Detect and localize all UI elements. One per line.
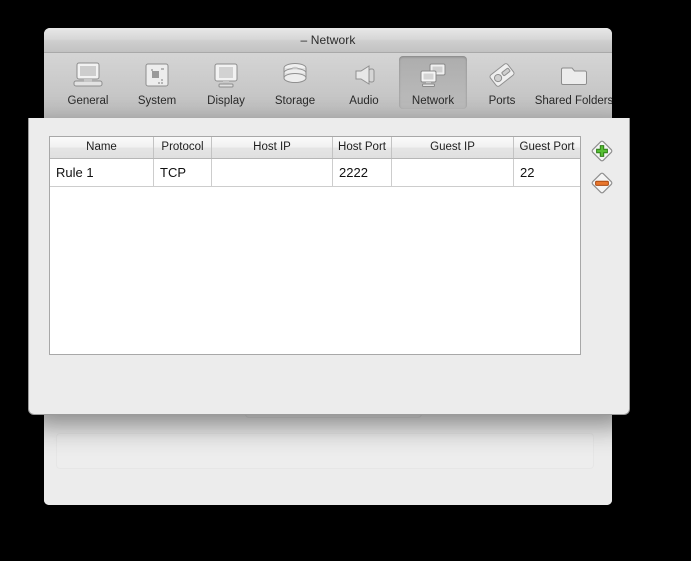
chip-icon	[137, 59, 177, 93]
add-rule-button[interactable]	[589, 138, 615, 164]
add-rule-icon	[591, 140, 613, 162]
ports-icon	[482, 59, 522, 93]
table-action-buttons	[589, 138, 623, 202]
toolbar-item-system[interactable]: System	[123, 56, 191, 109]
folder-icon	[554, 59, 594, 93]
table-header-row: Name Protocol Host IP Host Port Guest IP…	[50, 137, 580, 159]
column-header-guest-port[interactable]: Guest Port	[514, 137, 580, 158]
window-title: – Network	[300, 33, 356, 47]
toolbar-label-shared-folders: Shared Folders	[534, 95, 612, 107]
window-titlebar: – Network	[44, 28, 612, 53]
disk-stack-icon	[275, 59, 315, 93]
toolbar-item-network[interactable]: Network	[399, 56, 467, 109]
monitor-icon	[206, 59, 246, 93]
column-header-protocol[interactable]: Protocol	[154, 137, 212, 158]
preferences-toolbar[interactable]: General System Display Storage Audio Net…	[44, 53, 612, 123]
network-icon	[413, 59, 453, 93]
column-header-host-port[interactable]: Host Port	[333, 137, 392, 158]
toolbar-label-storage: Storage	[274, 95, 316, 107]
settings-detail-pane	[56, 433, 594, 469]
toolbar-item-storage[interactable]: Storage	[261, 56, 329, 109]
toolbar-label-ports: Ports	[488, 95, 516, 107]
toolbar-item-shared-folders[interactable]: Shared Folders	[534, 56, 612, 109]
toolbar-label-general: General	[67, 95, 109, 107]
toolbar-item-ports[interactable]: Ports	[468, 56, 536, 109]
cell-host-port[interactable]: 2222	[333, 159, 392, 186]
cell-name[interactable]: Rule 1	[50, 159, 154, 186]
toolbar-label-audio: Audio	[349, 95, 379, 107]
remove-rule-icon	[591, 172, 613, 194]
toolbar-item-display[interactable]: Display	[192, 56, 260, 109]
column-header-guest-ip[interactable]: Guest IP	[392, 137, 514, 158]
column-header-name[interactable]: Name	[50, 137, 154, 158]
toolbar-item-audio[interactable]: Audio	[330, 56, 398, 109]
toolbar-label-display: Display	[207, 95, 245, 107]
cell-host-ip[interactable]	[212, 159, 333, 186]
toolbar-label-system: System	[137, 95, 177, 107]
port-forwarding-sheet: Name Protocol Host IP Host Port Guest IP…	[28, 118, 630, 415]
computer-icon	[68, 59, 108, 93]
toolbar-item-general[interactable]: General	[54, 56, 122, 109]
toolbar-label-network: Network	[411, 95, 455, 107]
cell-guest-port[interactable]: 22	[514, 159, 580, 186]
cell-protocol[interactable]: TCP	[154, 159, 212, 186]
speaker-icon	[344, 59, 384, 93]
cell-guest-ip[interactable]	[392, 159, 514, 186]
table-row[interactable]: Rule 1 TCP 2222 22	[50, 159, 580, 187]
port-forwarding-table[interactable]: Name Protocol Host IP Host Port Guest IP…	[49, 136, 581, 355]
remove-rule-button[interactable]	[589, 170, 615, 196]
column-header-host-ip[interactable]: Host IP	[212, 137, 333, 158]
